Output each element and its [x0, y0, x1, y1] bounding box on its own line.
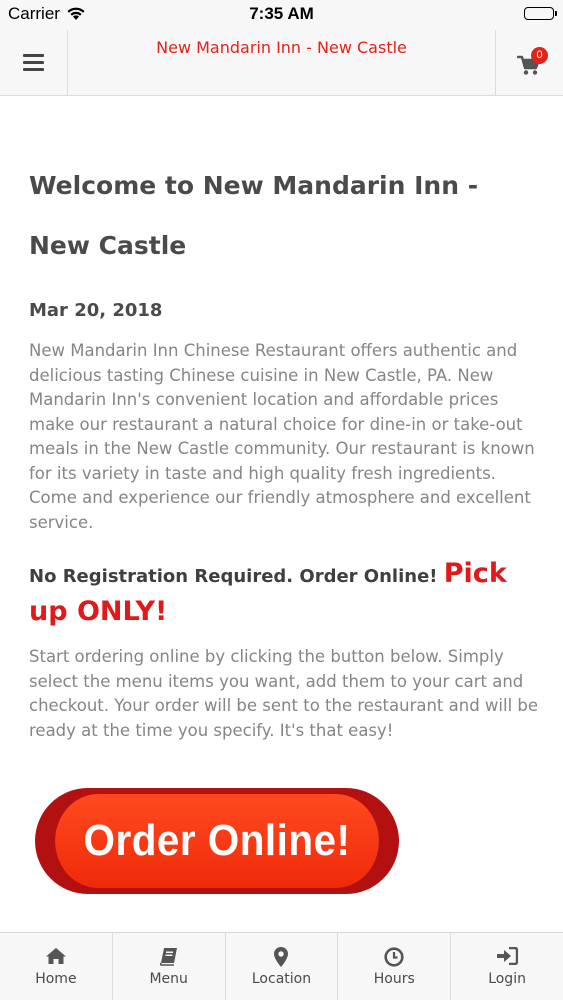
tab-home[interactable]: Home: [0, 933, 113, 1000]
tab-menu[interactable]: Menu: [113, 933, 226, 1000]
main-content: Welcome to New Mandarin Inn - New Castle…: [29, 96, 539, 743]
app-header: New Mandarin Inn - New Castle 0: [0, 30, 563, 96]
notice-text: No Registration Required. Order Online!: [29, 566, 444, 587]
order-online-label: Order Online!: [55, 794, 379, 888]
order-notice: No Registration Required. Order Online! …: [29, 555, 539, 631]
clock-icon: [384, 947, 404, 971]
tab-menu-label: Menu: [149, 971, 188, 987]
sign-in-icon: [496, 946, 519, 969]
cart-button[interactable]: 0: [495, 30, 563, 95]
cart-count-badge: 0: [531, 47, 548, 64]
tab-location[interactable]: Location: [226, 933, 339, 1000]
book-icon: [159, 947, 178, 970]
page-title: Welcome to New Mandarin Inn - New Castle: [29, 171, 479, 260]
tab-login[interactable]: Login: [451, 933, 563, 1000]
tab-hours-label: Hours: [373, 971, 415, 987]
map-pin-icon: [274, 947, 289, 971]
bottom-tab-bar: Home Menu Location Hours Login: [0, 932, 563, 1000]
tab-hours[interactable]: Hours: [338, 933, 452, 1000]
order-online-button[interactable]: Order Online!: [35, 788, 399, 894]
status-bar: Carrier 7:35 AM: [0, 0, 563, 30]
tab-location-label: Location: [251, 971, 312, 987]
instructions-paragraph: Start ordering online by clicking the bu…: [29, 647, 539, 740]
restaurant-title: New Mandarin Inn - New Castle: [156, 38, 407, 57]
battery-icon: [524, 7, 557, 20]
tab-home-label: Home: [35, 971, 77, 987]
tab-login-label: Login: [488, 971, 526, 987]
menu-button[interactable]: [0, 30, 68, 95]
intro-paragraph: New Mandarin Inn Chinese Restaurant offe…: [29, 341, 535, 532]
hamburger-menu-icon: [23, 54, 44, 75]
clock-time: 7:35 AM: [249, 4, 314, 23]
home-icon: [45, 947, 67, 969]
post-date: Mar 20, 2018: [29, 300, 163, 321]
